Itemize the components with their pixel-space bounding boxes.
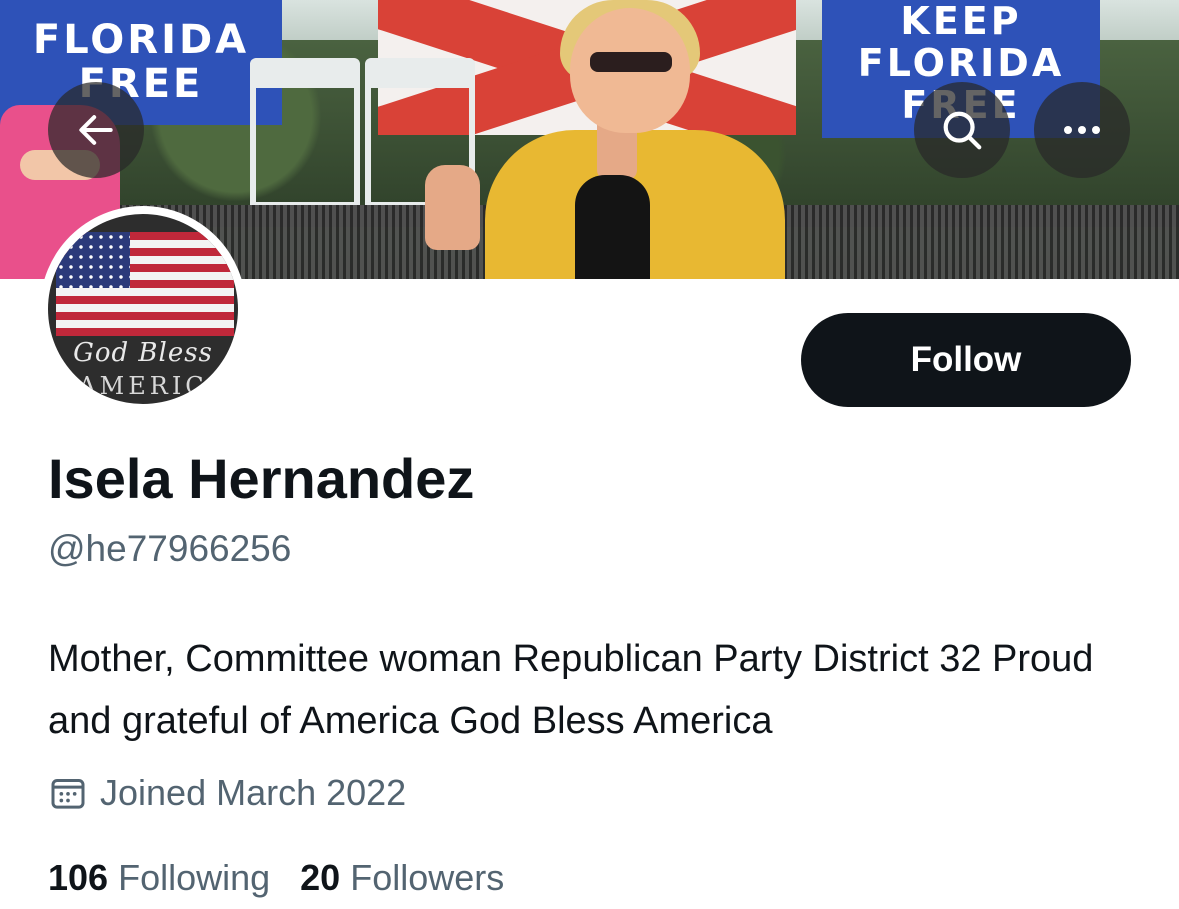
followers-link[interactable]: 20 Followers: [300, 857, 504, 899]
black-shirt: [575, 175, 650, 279]
following-link[interactable]: 106 Following: [48, 857, 270, 899]
thumbs-up-hand: [425, 165, 480, 250]
following-count: 106: [48, 857, 109, 898]
search-button[interactable]: [914, 82, 1010, 178]
us-flag-image: [56, 232, 234, 336]
sunglasses: [590, 52, 672, 72]
avatar-image: God Bless AMERIC: [48, 214, 238, 404]
avatar-caption-line1: God Bless: [73, 338, 213, 368]
sign-right-line: KEEP: [900, 0, 1022, 43]
follow-stats: 106 Following 20 Followers: [48, 857, 504, 899]
calendar-icon: [51, 779, 85, 809]
more-options-button[interactable]: [1034, 82, 1130, 178]
search-icon: [943, 111, 982, 150]
username-handle: @he77966256: [48, 528, 292, 569]
back-button[interactable]: [48, 82, 144, 178]
sign-right-line: FLORIDA: [857, 41, 1065, 85]
flag-canton: [56, 232, 130, 288]
following-label: Following: [118, 857, 271, 898]
profile-bio: Mother, Committee woman Republican Party…: [48, 638, 1094, 742]
avatar[interactable]: God Bless AMERIC: [40, 206, 246, 412]
followers-label: Followers: [350, 857, 505, 898]
woman-thumbs-up: [425, 0, 795, 279]
joined-date: Joined March 2022: [48, 772, 406, 814]
chair: [250, 58, 360, 208]
arrow-left-icon: [79, 115, 113, 145]
sign-left-line: FREE: [78, 61, 204, 107]
follow-button[interactable]: Follow: [801, 313, 1131, 407]
avatar-caption-line2: AMERIC: [78, 372, 208, 400]
followers-count: 20: [300, 857, 341, 898]
display-name: Isela Hernandez: [48, 447, 475, 510]
joined-label: Joined March 2022: [100, 772, 407, 813]
sign-left-line: FLORIDA: [32, 17, 250, 63]
ellipsis-icon: [1064, 126, 1100, 134]
